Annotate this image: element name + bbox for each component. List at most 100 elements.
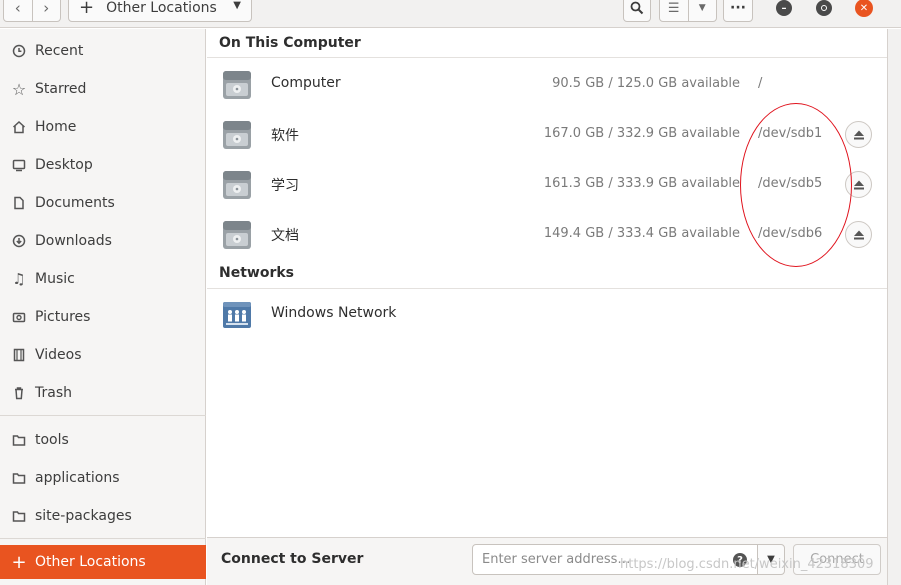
desktop-icon	[11, 157, 27, 173]
other-locations-view: On This Computer Computer 90.5 GB / 125.…	[207, 29, 887, 537]
view-toggle-group: ☰ ▼	[659, 0, 717, 22]
forward-button[interactable]: ›	[31, 0, 61, 21]
minimize-icon: –	[781, 2, 787, 14]
drive-row-study[interactable]: 学习 161.3 GB / 333.9 GB available /dev/sd…	[207, 159, 887, 209]
folder-icon	[11, 508, 27, 524]
eject-button[interactable]	[845, 121, 872, 148]
caret-down-icon: ▼	[233, 0, 241, 11]
plus-icon: +	[11, 551, 27, 573]
sidebar-item-home[interactable]: Home	[0, 110, 206, 144]
sidebar-item-music[interactable]: ♫ Music	[0, 262, 206, 296]
caret-down-icon: ▼	[698, 3, 706, 13]
section-title-networks: Networks	[219, 265, 295, 281]
sidebar-item-documents[interactable]: Documents	[0, 186, 206, 220]
sidebar-item-label: tools	[35, 432, 69, 448]
location-label: Other Locations	[106, 0, 217, 16]
drive-row-documents[interactable]: 文档 149.4 GB / 333.4 GB available /dev/sd…	[207, 209, 887, 259]
navigation-buttons: ‹ ›	[3, 0, 61, 22]
drive-space: 167.0 GB / 332.9 GB available	[543, 126, 740, 141]
close-icon: ✕	[859, 2, 869, 14]
menu-button[interactable]: ···	[723, 0, 753, 22]
minimize-button[interactable]: –	[776, 0, 792, 16]
sidebar-item-pictures[interactable]: Pictures	[0, 300, 206, 334]
sidebar-divider	[0, 415, 206, 416]
close-button[interactable]: ✕	[855, 0, 873, 17]
sidebar-item-label: Trash	[35, 385, 72, 401]
sidebar-item-label: applications	[35, 470, 120, 486]
home-icon	[11, 119, 27, 135]
plus-icon: +	[79, 0, 95, 18]
drive-name: 软件	[271, 128, 299, 144]
sidebar-bookmark-tools[interactable]: tools	[0, 423, 206, 457]
sidebar-item-label: site-packages	[35, 508, 132, 524]
section-divider	[207, 57, 887, 58]
drive-name: 文档	[271, 228, 299, 244]
drive-row-computer[interactable]: Computer 90.5 GB / 125.0 GB available /	[207, 59, 887, 109]
chevron-left-icon: ‹	[14, 0, 21, 17]
trash-icon	[11, 385, 27, 401]
camera-icon	[11, 309, 27, 325]
list-view-button[interactable]: ☰	[660, 0, 688, 21]
window-edge	[887, 29, 901, 585]
section-title-on-this-computer: On This Computer	[219, 35, 361, 51]
sidebar-item-label: Desktop	[35, 157, 93, 173]
hard-drive-icon	[223, 71, 251, 99]
eject-button[interactable]	[845, 221, 872, 248]
sidebar-item-trash[interactable]: Trash	[0, 376, 206, 410]
sidebar-bookmark-site-packages[interactable]: site-packages	[0, 499, 206, 533]
hard-drive-icon	[223, 121, 251, 149]
drive-name: Computer	[271, 75, 341, 91]
watermark: https://blog.csdn.net/weixin_42318309	[620, 557, 874, 572]
drive-mount-point: /	[758, 76, 763, 91]
film-icon	[11, 347, 27, 363]
drive-mount-point: /dev/sdb6	[758, 226, 823, 241]
sidebar-item-label: Home	[35, 119, 77, 135]
back-button[interactable]: ‹	[4, 0, 32, 21]
more-icon: ···	[730, 0, 746, 16]
sidebar-bookmark-applications[interactable]: applications	[0, 461, 206, 495]
sidebar-item-label: Starred	[35, 81, 87, 97]
maximize-button[interactable]	[816, 0, 832, 16]
hard-drive-icon	[223, 171, 251, 199]
download-icon	[11, 233, 27, 249]
sidebar-item-recent[interactable]: Recent	[0, 34, 206, 68]
drive-space: 90.5 GB / 125.0 GB available	[552, 76, 740, 91]
sidebar: Recent ☆ Starred Home Desktop Documents …	[0, 29, 206, 585]
hard-drive-icon	[223, 221, 251, 249]
list-icon: ☰	[667, 0, 680, 16]
eject-icon	[853, 230, 864, 239]
connect-to-server-label: Connect to Server	[221, 551, 364, 567]
search-icon	[630, 1, 644, 15]
network-row-windows[interactable]: Windows Network	[207, 289, 887, 339]
star-icon: ☆	[11, 79, 27, 99]
view-options-button[interactable]: ▼	[687, 0, 717, 21]
drive-name: 学习	[271, 178, 299, 194]
sidebar-item-downloads[interactable]: Downloads	[0, 224, 206, 258]
location-path-button[interactable]: + Other Locations ▼	[68, 0, 252, 22]
sidebar-item-label: Documents	[35, 195, 115, 211]
sidebar-item-label: Downloads	[35, 233, 112, 249]
sidebar-item-desktop[interactable]: Desktop	[0, 148, 206, 182]
drive-row-software[interactable]: 软件 167.0 GB / 332.9 GB available /dev/sd…	[207, 109, 887, 159]
network-icon	[223, 302, 251, 328]
eject-icon	[853, 130, 864, 139]
network-name: Windows Network	[271, 305, 397, 321]
sidebar-item-videos[interactable]: Videos	[0, 338, 206, 372]
folder-icon	[11, 432, 27, 448]
chevron-right-icon: ›	[43, 0, 50, 17]
search-button[interactable]	[623, 0, 651, 22]
eject-icon	[853, 180, 864, 189]
sidebar-item-other-locations[interactable]: + Other Locations	[0, 545, 206, 579]
sidebar-item-label: Recent	[35, 43, 84, 59]
document-icon	[11, 195, 27, 211]
maximize-icon	[821, 5, 827, 11]
clock-icon	[11, 43, 27, 59]
music-icon: ♫	[12, 270, 26, 288]
drive-space: 149.4 GB / 333.4 GB available	[543, 226, 740, 241]
sidebar-item-label: Videos	[35, 347, 82, 363]
drive-mount-point: /dev/sdb1	[758, 126, 823, 141]
sidebar-item-label: Other Locations	[35, 554, 146, 570]
header-bar: ‹ › + Other Locations ▼ ☰ ▼ ··· – ✕	[0, 0, 901, 28]
sidebar-item-starred[interactable]: ☆ Starred	[0, 72, 206, 106]
eject-button[interactable]	[845, 171, 872, 198]
